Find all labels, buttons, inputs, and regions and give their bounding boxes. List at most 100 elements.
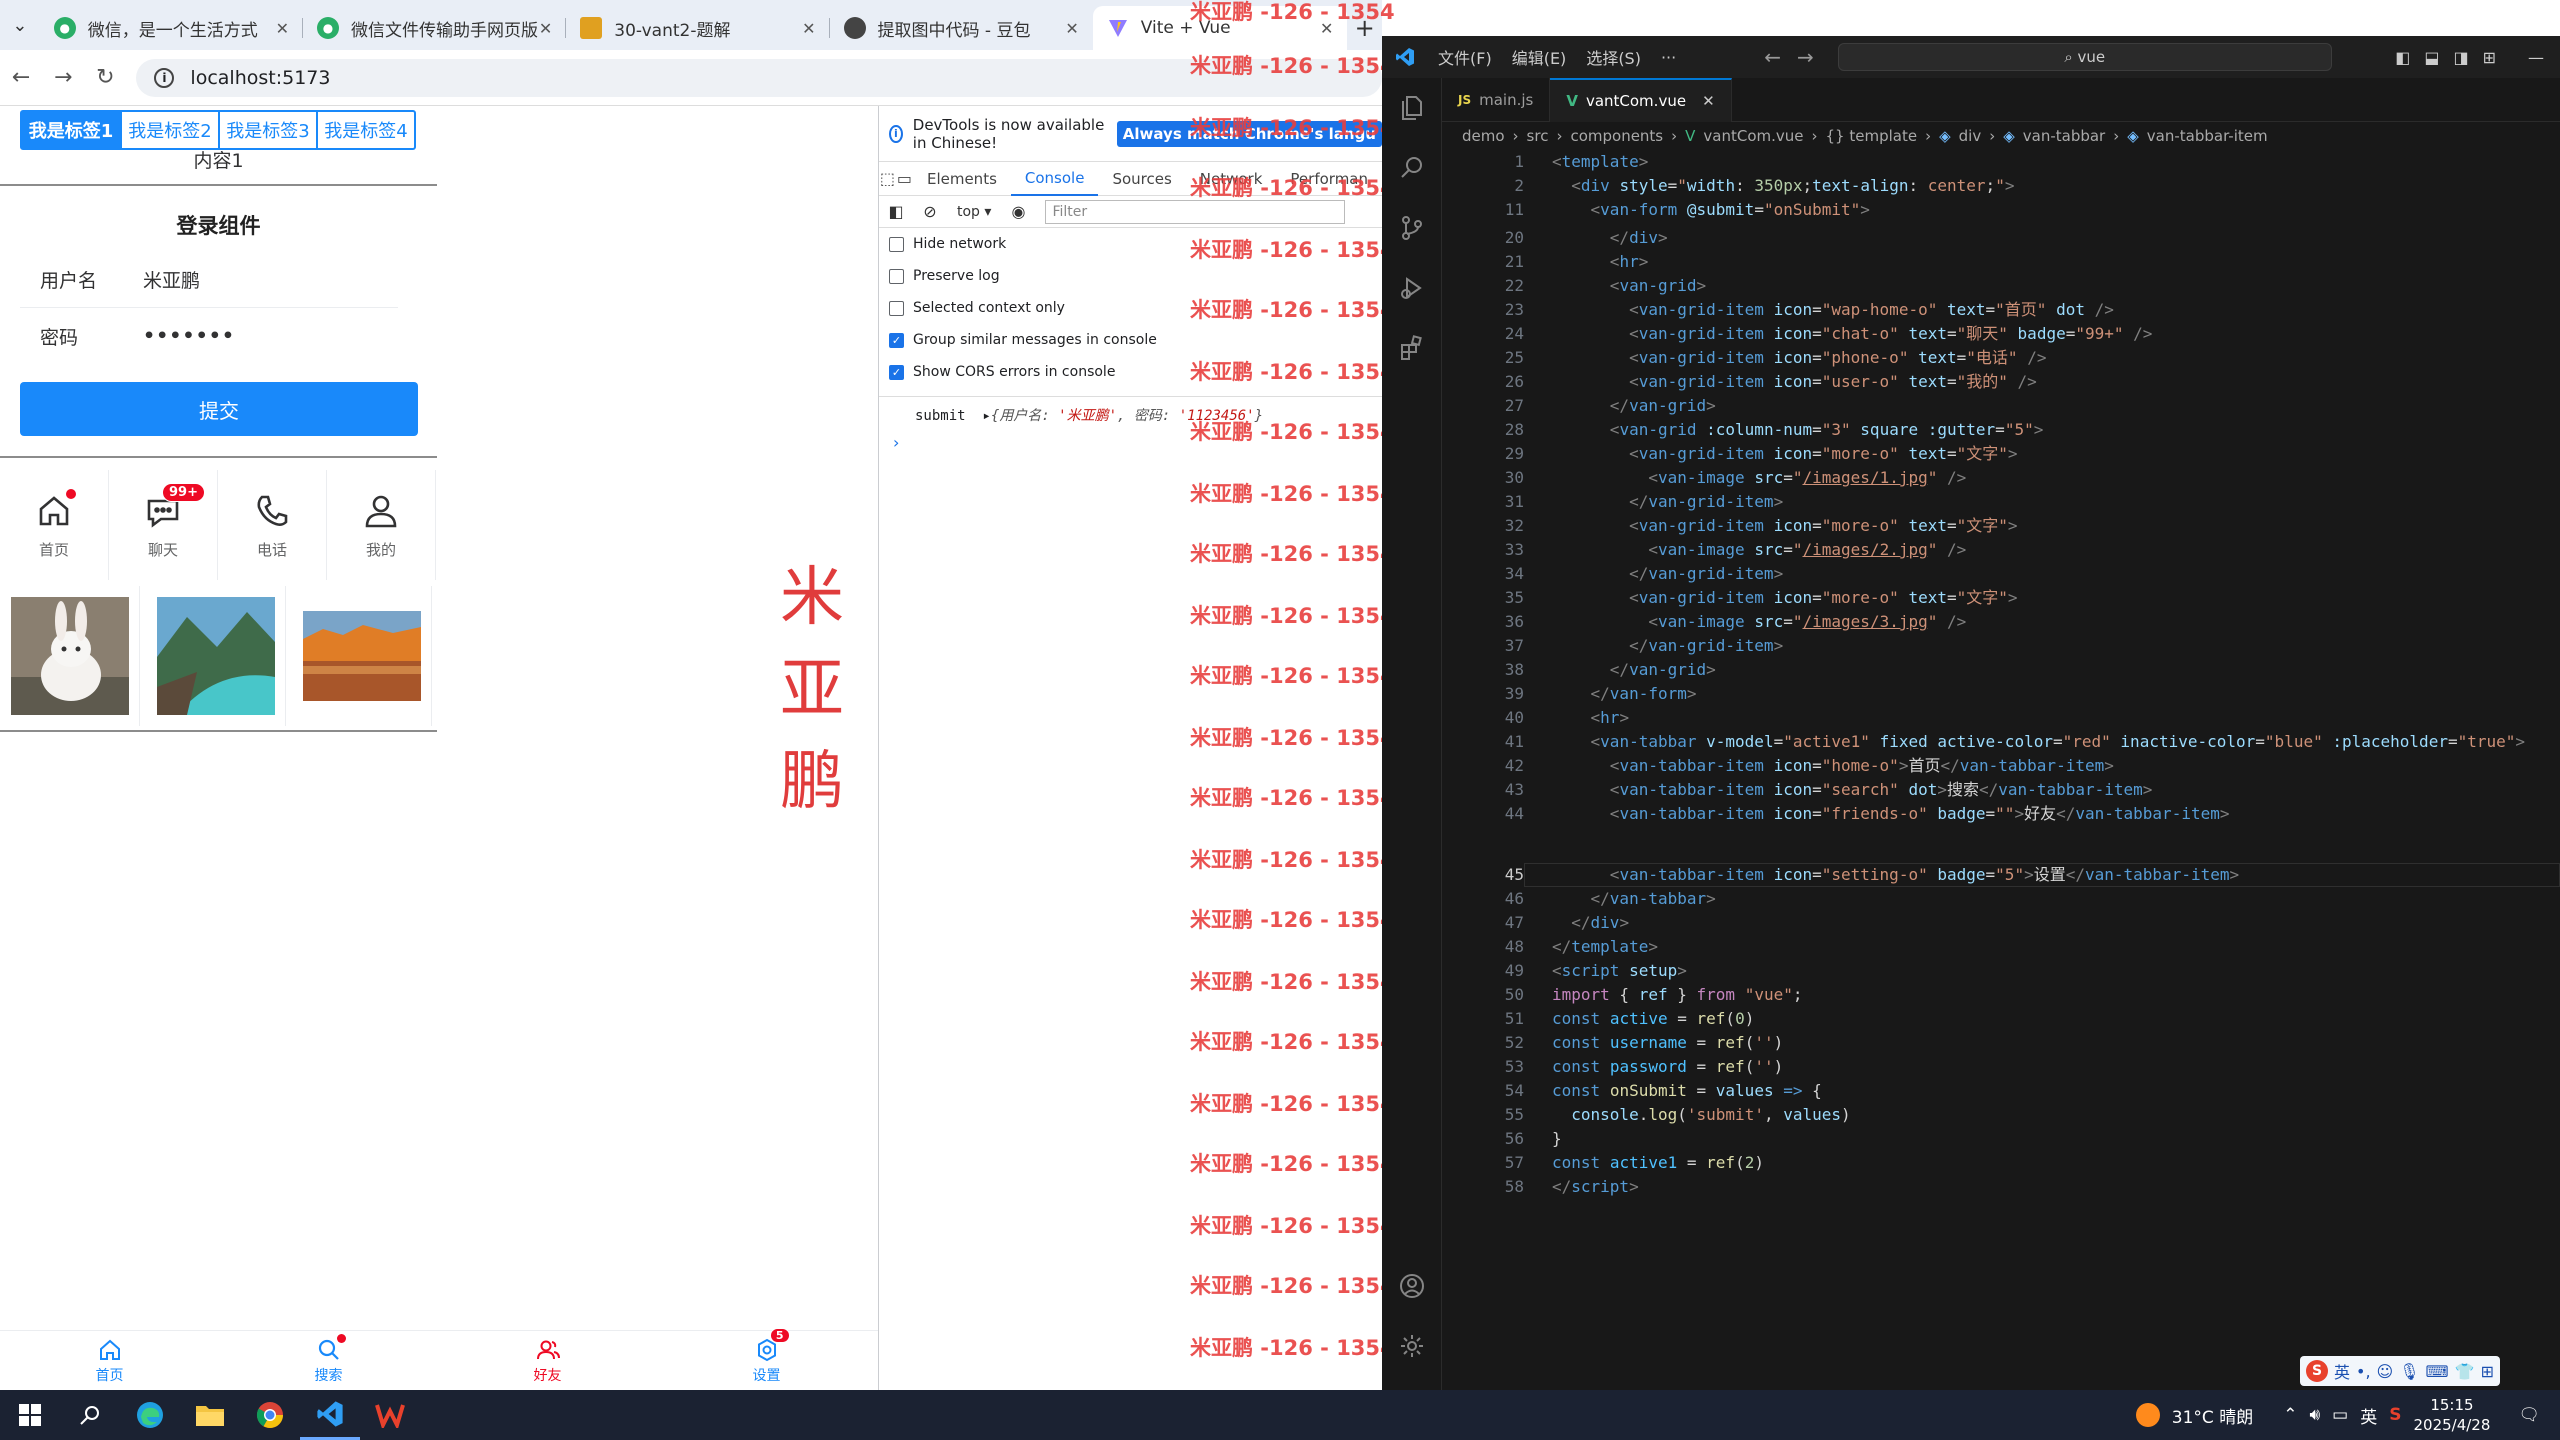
extensions-icon[interactable] (1382, 318, 1442, 378)
grid-item-user[interactable]: 我的 (327, 470, 436, 580)
close-icon[interactable]: ✕ (1702, 92, 1715, 110)
command-center-search[interactable]: ⌕ vue (1837, 43, 2332, 71)
option-preserve-log[interactable]: Preserve log (879, 260, 1382, 292)
menu-selection[interactable]: 选择(S) (1576, 45, 1651, 69)
toggle-secondary-sidebar-icon[interactable]: ◨ (2453, 48, 2468, 67)
eye-icon[interactable]: ◉ (1001, 202, 1035, 221)
punctuation-icon[interactable]: •, (2356, 1362, 2371, 1381)
editor-tab-vantcom-vue[interactable]: VvantCom.vue ✕ (1550, 78, 1732, 122)
file-explorer-icon[interactable] (180, 1390, 240, 1440)
breadcrumb-item[interactable]: div (1959, 127, 1982, 145)
close-icon[interactable]: ✕ (276, 19, 289, 38)
input-method-indicator[interactable]: 英 (2360, 1403, 2377, 1428)
password-field[interactable]: 密码 ••••••• (20, 308, 398, 364)
tab-elements[interactable]: Elements (913, 162, 1011, 196)
checkbox[interactable] (889, 300, 904, 316)
inspect-element-icon[interactable]: ⬚ (879, 169, 896, 188)
breadcrumb-item[interactable]: src (1527, 127, 1549, 145)
username-input[interactable]: 米亚鹏 (143, 266, 200, 293)
network-icon[interactable]: ▭ (2332, 1405, 2348, 1425)
password-input[interactable]: ••••••• (143, 325, 235, 347)
keyboard-icon[interactable]: ⌨ (2426, 1362, 2449, 1381)
grid-item-chat[interactable]: 99+ 聊天 (109, 470, 218, 580)
tab-3[interactable]: 我是标签3 (218, 112, 316, 148)
chrome-icon[interactable] (240, 1390, 300, 1440)
wps-icon[interactable] (360, 1390, 420, 1440)
forward-arrow-icon[interactable]: → (42, 65, 84, 90)
context-select[interactable]: top ▾ (947, 204, 1001, 220)
run-debug-icon[interactable] (1382, 258, 1442, 318)
tabbar-item-home[interactable]: 首页 (0, 1331, 219, 1390)
grid-item-image[interactable] (146, 586, 286, 726)
weather-text[interactable]: 31°C 晴朗 (2172, 1403, 2253, 1428)
tab-console[interactable]: Console (1010, 162, 1099, 196)
toolbox-icon[interactable]: ⊞ (2481, 1362, 2494, 1381)
filter-input[interactable]: Filter (1045, 199, 1346, 224)
breadcrumb-item[interactable]: demo (1462, 127, 1505, 145)
back-arrow-icon[interactable]: ← (1756, 45, 1789, 69)
emoji-icon[interactable]: ☺ (2377, 1362, 2394, 1381)
tabbar-item-friends[interactable]: 好友 (438, 1331, 657, 1390)
checkbox-checked[interactable]: ✓ (889, 364, 904, 380)
grid-item-image[interactable] (292, 586, 432, 726)
breadcrumb-item[interactable]: components (1570, 127, 1663, 145)
checkbox-checked[interactable]: ✓ (889, 332, 904, 348)
breadcrumb-item[interactable]: van-tabbar (2023, 127, 2105, 145)
tab-search-chevron-icon[interactable]: ⌄ (0, 0, 40, 50)
tabbar-item-setting[interactable]: 5 设置 (657, 1327, 876, 1390)
toggle-sidebar-icon[interactable]: ◧ (2395, 48, 2410, 67)
sogou-tray-icon[interactable]: S (2389, 1405, 2401, 1425)
close-icon[interactable]: ✕ (1065, 19, 1078, 38)
grid-item-phone[interactable]: 电话 (218, 470, 327, 580)
option-group-similar[interactable]: ✓ Group similar messages in console (879, 324, 1382, 356)
explorer-icon[interactable] (1382, 78, 1442, 138)
code-editor[interactable]: 1 <template> 2 <div style="width: 350px;t… (1442, 150, 2560, 1250)
menu-more[interactable]: ··· (1651, 48, 1686, 67)
checkbox[interactable] (889, 268, 904, 284)
account-icon[interactable] (1382, 1256, 1442, 1316)
grid-item-image[interactable] (0, 586, 140, 726)
tab-2[interactable]: 我是标签2 (120, 112, 218, 148)
search-icon[interactable] (1382, 138, 1442, 198)
search-icon[interactable] (60, 1390, 120, 1440)
tab-1[interactable]: 我是标签1 (22, 112, 120, 148)
tab-sources[interactable]: Sources (1098, 162, 1185, 196)
volume-icon[interactable]: 🔊︎ (2309, 1405, 2320, 1425)
tab-4[interactable]: 我是标签4 (316, 112, 414, 148)
submit-button[interactable]: 提交 (20, 382, 418, 436)
settings-gear-icon[interactable] (1382, 1316, 1442, 1376)
close-icon[interactable]: ✕ (802, 19, 815, 38)
breadcrumb-item[interactable]: van-tabbar-item (2147, 127, 2268, 145)
browser-tab[interactable]: ● 微信，是一个生活方式 ✕ (40, 6, 304, 50)
back-arrow-icon[interactable]: ← (0, 65, 42, 90)
chevron-up-icon[interactable]: ⌃ (2283, 1405, 2297, 1425)
menu-edit[interactable]: 编辑(E) (1502, 45, 1577, 69)
close-icon[interactable]: ✕ (539, 19, 552, 38)
editor-tab-main-js[interactable]: JS main.js (1442, 78, 1551, 122)
sidebar-toggle-icon[interactable]: ◧ (879, 202, 913, 221)
reload-icon[interactable]: ↻ (84, 65, 126, 90)
source-control-icon[interactable] (1382, 198, 1442, 258)
toggle-panel-icon[interactable]: ⬓ (2424, 48, 2439, 67)
microphone-icon[interactable]: 🎙 (2399, 1362, 2419, 1381)
tabbar-item-search[interactable]: 搜索 (219, 1331, 438, 1390)
browser-tab[interactable]: 30-vant2-题解 ✕ (566, 6, 830, 50)
device-toolbar-icon[interactable]: ▭ (896, 169, 913, 188)
browser-tab[interactable]: ● 微信文件传输助手网页版 ✕ (303, 6, 567, 50)
checkbox[interactable] (889, 236, 904, 252)
ime-toolbar[interactable]: S 英 •, ☺ 🎙 ⌨ 👕 ⊞ (2300, 1356, 2500, 1386)
grid-item-home[interactable]: 首页 (0, 470, 109, 580)
site-info-icon[interactable]: i (154, 67, 175, 88)
edge-browser-icon[interactable] (120, 1390, 180, 1440)
minimize-icon[interactable]: — (2528, 48, 2544, 67)
browser-tab[interactable]: 提取图中代码 - 豆包 ✕ (830, 6, 1093, 50)
breadcrumb-item[interactable]: {} template (1826, 127, 1918, 145)
clock[interactable]: 15:15 2025/4/28 (2413, 1395, 2490, 1435)
customize-layout-icon[interactable]: ⊞ (2483, 48, 2496, 67)
vscode-taskbar-icon[interactable] (300, 1390, 360, 1440)
windows-start-icon[interactable] (0, 1390, 60, 1440)
notification-icon[interactable]: 🗨︎ (2518, 1405, 2540, 1425)
forward-arrow-icon[interactable]: → (1789, 45, 1822, 69)
breadcrumb-item[interactable]: vantCom.vue (1703, 127, 1803, 145)
menu-file[interactable]: 文件(F) (1428, 45, 1502, 69)
